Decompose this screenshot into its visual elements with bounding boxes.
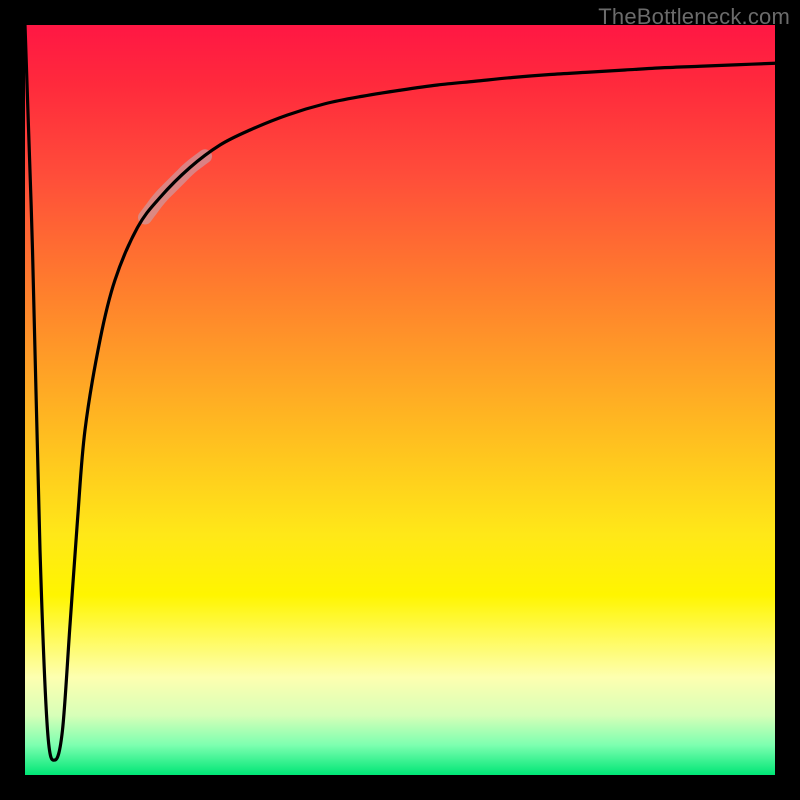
chart-frame: TheBottleneck.com (0, 0, 800, 800)
watermark-text: TheBottleneck.com (598, 4, 790, 30)
curve-svg (25, 25, 775, 775)
curve-highlight-segment (145, 156, 205, 217)
plot-area (25, 25, 775, 775)
bottleneck-curve (25, 25, 775, 760)
